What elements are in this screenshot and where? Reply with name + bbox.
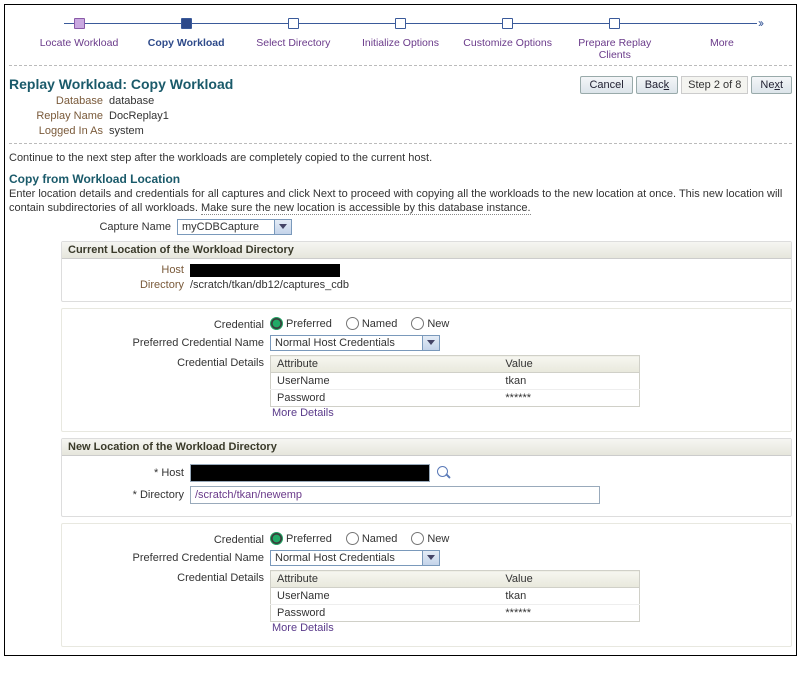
- current-cred-table: AttributeValue UserNametkan Password****…: [270, 355, 640, 407]
- table-row: UserNametkan: [271, 588, 640, 605]
- group-new-credentials: Credential Preferred Named New Preferred…: [61, 523, 792, 647]
- step-indicator: Step 2 of 8: [681, 76, 748, 94]
- group-current-location-title: Current Location of the Workload Directo…: [62, 242, 791, 259]
- radio-new[interactable]: [411, 532, 424, 545]
- section-copy-from-title: Copy from Workload Location: [9, 172, 792, 186]
- replay-name-value: DocReplay1: [109, 109, 169, 124]
- current-cred-new[interactable]: New: [411, 317, 449, 330]
- current-pref-cred-select[interactable]: Normal Host Credentials: [270, 335, 440, 351]
- logged-in-value: system: [109, 124, 144, 139]
- divider: [9, 65, 792, 66]
- new-more-details-link[interactable]: More Details: [272, 622, 334, 634]
- cancel-button[interactable]: Cancel: [580, 76, 632, 94]
- new-credential-radio: Preferred Named New: [270, 532, 783, 545]
- current-directory-value: /scratch/tkan/db12/captures_cdb: [190, 278, 349, 293]
- instruction-text: Continue to the next step after the work…: [9, 152, 792, 164]
- step-copy-workload[interactable]: Copy Workload: [136, 11, 236, 61]
- current-cred-named[interactable]: Named: [346, 317, 397, 330]
- new-cred-named[interactable]: Named: [346, 532, 397, 545]
- current-credential-radio: Preferred Named New: [270, 317, 783, 330]
- table-row: Password******: [271, 605, 640, 622]
- new-cred-table: AttributeValue UserNametkan Password****…: [270, 570, 640, 622]
- table-row: Password******: [271, 390, 640, 407]
- new-cred-new[interactable]: New: [411, 532, 449, 545]
- divider: [9, 143, 792, 144]
- capture-name-select[interactable]: myCDBCapture: [177, 219, 292, 235]
- chevron-down-icon: [427, 340, 435, 345]
- step-prepare-replay-clients[interactable]: Prepare Replay Clients: [565, 11, 665, 61]
- step-select-directory[interactable]: Select Directory: [243, 11, 343, 61]
- radio-preferred[interactable]: [270, 532, 283, 545]
- current-cred-preferred[interactable]: Preferred: [270, 317, 332, 330]
- next-button[interactable]: Next: [751, 76, 792, 94]
- wizard-nav-buttons: Cancel Back Step 2 of 8 Next: [580, 76, 792, 94]
- radio-new[interactable]: [411, 317, 424, 330]
- current-host-value: [190, 263, 340, 278]
- chevron-down-icon: [279, 224, 287, 229]
- section-copy-from-sub: Enter location details and credentials f…: [9, 188, 792, 215]
- group-current-credentials: Credential Preferred Named New Preferred…: [61, 308, 792, 432]
- step-locate-workload[interactable]: Locate Workload: [29, 11, 129, 61]
- group-new-location: New Location of the Workload Directory *…: [61, 438, 792, 517]
- radio-preferred[interactable]: [270, 317, 283, 330]
- capture-name-label: Capture Name: [9, 221, 177, 233]
- wizard-stepper: ›› Locate Workload Copy Workload Select …: [9, 11, 792, 61]
- radio-named[interactable]: [346, 317, 359, 330]
- new-pref-cred-select[interactable]: Normal Host Credentials: [270, 550, 440, 566]
- group-new-location-title: New Location of the Workload Directory: [62, 439, 791, 456]
- current-more-details-link[interactable]: More Details: [272, 407, 334, 419]
- group-current-location: Current Location of the Workload Directo…: [61, 241, 792, 302]
- step-customize-options[interactable]: Customize Options: [458, 11, 558, 61]
- new-cred-preferred[interactable]: Preferred: [270, 532, 332, 545]
- database-value: database: [109, 94, 154, 109]
- chevron-down-icon: [427, 555, 435, 560]
- step-initialize-options[interactable]: Initialize Options: [350, 11, 450, 61]
- new-directory-input[interactable]: [190, 486, 600, 504]
- table-row: UserNametkan: [271, 373, 640, 390]
- search-icon[interactable]: [436, 465, 452, 481]
- page-title: Replay Workload: Copy Workload: [9, 76, 233, 92]
- radio-named[interactable]: [346, 532, 359, 545]
- back-button[interactable]: Back: [636, 76, 678, 94]
- step-more[interactable]: More: [672, 11, 772, 61]
- new-host-input[interactable]: [190, 464, 430, 482]
